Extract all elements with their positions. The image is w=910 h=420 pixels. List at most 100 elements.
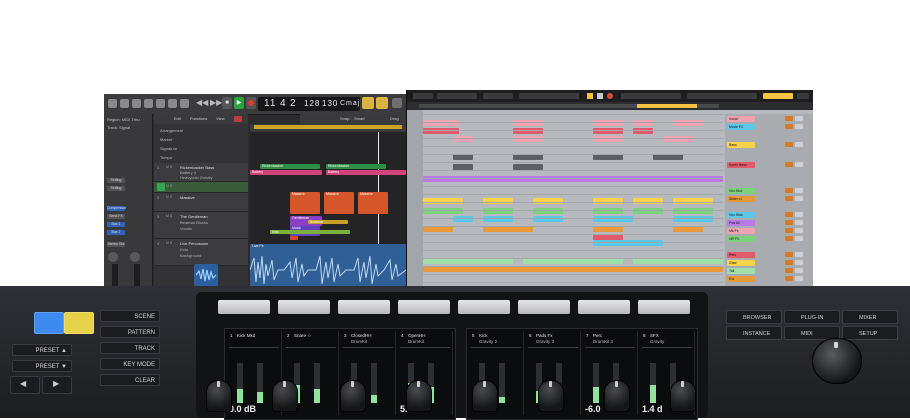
encoder-knob-5[interactable] [472,380,498,412]
key-map-box[interactable] [763,93,793,99]
live-track-header[interactable]: Vox Stut [727,188,755,194]
pattern-button[interactable]: PATTERN [100,326,160,338]
live-track-header[interactable]: Ext [727,276,755,282]
arrangement-clip[interactable] [483,208,513,214]
editors-icon[interactable] [180,99,189,108]
live-track-header[interactable]: Vocal [727,116,755,122]
loop-box[interactable] [621,93,681,99]
encoder-knob-8[interactable] [670,380,696,412]
solo-button[interactable] [795,212,803,217]
snap-value[interactable]: Smart [354,116,365,121]
inspector-icon[interactable] [120,99,129,108]
mute-solo-icon[interactable]: M S [166,195,172,199]
mixer-icon[interactable] [168,99,177,108]
arrangement-clip[interactable] [593,128,623,134]
arrangement-clip[interactable] [673,208,713,214]
arrangement-clip[interactable] [633,198,663,204]
arrangement-clip[interactable] [593,240,633,246]
loop-brace[interactable] [637,104,697,108]
activator-button[interactable] [785,220,793,225]
timeline-ruler[interactable] [250,124,406,132]
arrangement-clip[interactable] [483,198,513,204]
arrangement-clip[interactable] [593,208,623,214]
soft-button-4[interactable] [398,300,450,314]
soft-button-6[interactable] [518,300,570,314]
setup-button[interactable]: SETUP [842,326,898,340]
region-small[interactable] [290,236,298,240]
lcd-display[interactable]: 11 4 2 128 130 Cmaj [258,97,360,111]
region-rickenbacker-1[interactable]: Rickenbacker [260,164,320,169]
mute-solo-icon[interactable]: M S [166,241,172,245]
track-label[interactable]: Track: Signal [107,125,130,130]
arrangement-clip[interactable] [533,208,563,214]
activator-button[interactable] [785,276,793,281]
arrangement-clip[interactable] [633,208,663,214]
four-d-encoder[interactable] [812,338,862,384]
activator-button[interactable] [785,236,793,241]
preset-up-button[interactable]: PRESET ▲ [12,344,72,356]
live-track-header[interactable]: Bass [727,142,755,148]
activator-button[interactable] [785,212,793,217]
solo-button[interactable] [795,276,803,281]
region-beatmar[interactable]: Beatmar [308,220,348,224]
live-track-header[interactable]: Pos Ali [727,220,755,226]
live-track-header[interactable]: Grav [727,260,755,266]
live-track-header[interactable]: Synth Bass [727,162,755,168]
encoder-knob-6[interactable] [538,380,564,412]
arrangement-clip[interactable] [483,216,513,222]
solo-button[interactable] [795,252,803,257]
tempo-box[interactable] [437,93,477,99]
arrangement-clip[interactable] [673,120,703,126]
functions-menu[interactable]: Functions [190,116,207,121]
arrangement-clip[interactable] [533,198,563,204]
arrangement-clip[interactable] [663,136,693,142]
pan-knob-icon[interactable] [108,252,118,262]
soft-button-2[interactable] [278,300,330,314]
play-icon[interactable] [587,93,593,99]
live-track-header[interactable]: Slider Lt [727,196,755,202]
live-track-header[interactable]: Perc [727,252,755,258]
arrangement-clip[interactable] [533,216,563,222]
left-arrow-button[interactable]: ◀ [10,376,40,394]
activator-button[interactable] [785,188,793,193]
position-box[interactable] [519,93,579,99]
region-koto[interactable]: Koto [270,230,350,234]
encoder-knob-2[interactable] [272,380,298,412]
yellow-button[interactable] [64,312,94,334]
solo-button[interactable] [795,116,803,121]
right-arrow-button[interactable]: ▶ [42,376,72,394]
track-button[interactable]: TRACK [100,342,160,354]
arrangement-clip[interactable] [513,136,543,142]
pan-knob-2-icon[interactable] [130,252,140,262]
arrange-area[interactable]: Rickenbacker Rickenbacker Battery Batter… [250,132,406,290]
arrangement-clip[interactable] [423,208,463,214]
arrangement-clip[interactable] [423,198,463,204]
bus-2-slot[interactable]: Bus 2 [107,230,125,235]
encoder-knob-3[interactable] [340,380,366,412]
region-massive-1[interactable]: Massive [290,192,320,214]
activator-button[interactable] [785,196,793,201]
tap-button[interactable] [413,93,433,99]
region-massive-3[interactable]: Massive [358,192,388,214]
region-rickenbacker-2[interactable]: Rickenbacker [326,164,386,169]
activator-button[interactable] [785,260,793,265]
instance-button[interactable]: INSTANCE [726,326,782,340]
arrangement-clip[interactable] [593,120,623,126]
soft-button-3[interactable] [338,300,390,314]
solo-button[interactable] [795,260,803,265]
region-massive-2[interactable]: Massive [324,192,354,214]
live-track-header[interactable]: Ms Fx [727,228,755,234]
compressor-slot[interactable]: Compressor [107,206,126,211]
soft-button-7[interactable] [578,300,630,314]
encoder-knob-4[interactable] [406,380,432,412]
global-arrangement[interactable]: Arrangement [160,128,183,133]
track-row[interactable]: M S [154,182,248,193]
mixer-button[interactable]: MIXER [842,310,898,324]
preset-down-button[interactable]: PRESET ▼ [12,360,72,372]
solo-button[interactable] [795,236,803,241]
global-signature[interactable]: Signature [160,146,177,151]
arrangement-clip[interactable] [633,240,663,246]
scene-button[interactable]: SCENE [100,310,160,322]
toolbar-icon[interactable] [144,99,153,108]
encoder-knob-1[interactable] [206,380,232,412]
